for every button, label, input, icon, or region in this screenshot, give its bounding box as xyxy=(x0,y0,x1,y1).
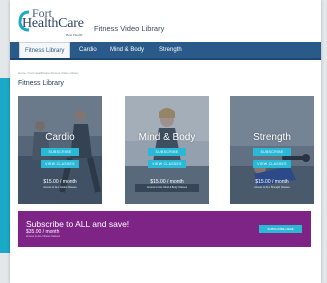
logo-text-main[interactable]: HealthCare xyxy=(22,17,84,31)
site-title: Fitness Video Library xyxy=(94,24,165,33)
strength-price: $15.00 / month xyxy=(255,179,289,185)
cardio-note: Access to ALL Cardio Classes xyxy=(43,186,77,189)
strength-view-classes-button[interactable]: VIEW CLASSES xyxy=(253,160,291,168)
logo-tagline: Best Health xyxy=(66,33,83,37)
mind-body-card[interactable]: Mind & Body SUBSCRIBE VIEW CLASSES $15.0… xyxy=(125,96,209,204)
nav-item-fitness-library[interactable]: Fitness Library xyxy=(19,42,71,58)
mind-body-view-classes-button[interactable]: VIEW CLASSES xyxy=(148,160,186,168)
strength-card-title: Strength xyxy=(253,132,291,143)
main-nav: Fitness Library Cardio Mind & Body Stren… xyxy=(10,42,321,60)
site-header: Fort HealthCare Best Health Fitness Vide… xyxy=(10,0,321,42)
nav-item-mind-body[interactable]: Mind & Body xyxy=(110,42,144,58)
cardio-card-title: Cardio xyxy=(45,132,75,143)
mind-body-subscribe-button[interactable]: SUBSCRIBE xyxy=(148,148,186,156)
cardio-subscribe-button[interactable]: SUBSCRIBE xyxy=(41,148,79,156)
promo-note: Access to ALL Fitness Classes xyxy=(26,235,61,238)
promo-headline: Subscribe to ALL and save! xyxy=(26,219,130,229)
cardio-card[interactable]: Cardio SUBSCRIBE VIEW CLASSES $15.00 / m… xyxy=(18,96,102,204)
cardio-view-classes-button[interactable]: VIEW CLASSES xyxy=(41,160,79,168)
strength-card[interactable]: Strength SUBSCRIBE VIEW CLASSES $15.00 /… xyxy=(230,96,314,204)
cardio-price: $15.00 / month xyxy=(43,179,77,185)
strength-note: Access to ALL Strength Classes xyxy=(254,186,290,189)
subscribe-all-banner: Subscribe to ALL and save! $35.00 / mont… xyxy=(18,211,311,247)
mind-body-note: Access to ALL Mind & Body Classes xyxy=(146,186,188,189)
breadcrumb[interactable]: Home / Fort HealthCare Fitness Video Lib… xyxy=(18,71,79,75)
mind-body-price: $15.00 / month xyxy=(150,179,184,185)
browser-page: Fort HealthCare Best Health Fitness Vide… xyxy=(10,0,321,283)
nav-item-cardio[interactable]: Cardio xyxy=(79,42,97,58)
mind-body-card-title: Mind & Body xyxy=(138,132,196,143)
nav-item-strength[interactable]: Strength xyxy=(159,42,182,58)
side-accent-bar xyxy=(0,78,10,253)
page-title: Fitness Library xyxy=(18,80,64,87)
strength-subscribe-button[interactable]: SUBSCRIBE xyxy=(253,148,291,156)
subscribe-all-button[interactable]: SUBSCRIBE HERE xyxy=(259,225,302,233)
